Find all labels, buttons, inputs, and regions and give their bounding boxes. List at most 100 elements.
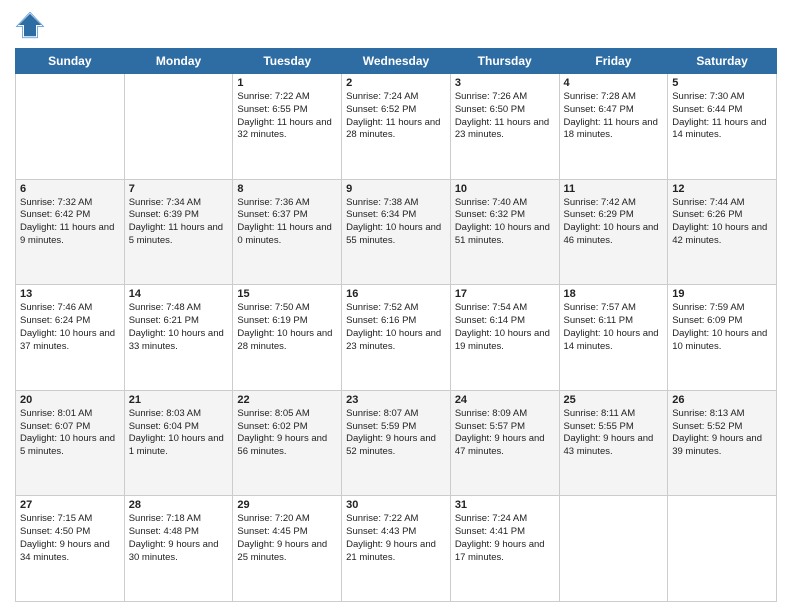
calendar-cell: 28 Sunrise: 7:18 AMSunset: 4:48 PMDayligh…	[124, 496, 233, 602]
calendar-cell	[16, 74, 125, 180]
calendar-week-row: 27 Sunrise: 7:15 AMSunset: 4:50 PMDayligh…	[16, 496, 777, 602]
day-number: 11	[564, 183, 664, 195]
cell-content: Sunrise: 7:28 AMSunset: 6:47 PMDaylight:…	[564, 91, 664, 142]
cell-content: Sunrise: 8:11 AMSunset: 5:55 PMDaylight:…	[564, 408, 664, 459]
day-number: 12	[672, 183, 772, 195]
calendar-cell: 3 Sunrise: 7:26 AMSunset: 6:50 PMDaylight…	[450, 74, 559, 180]
calendar-cell: 17 Sunrise: 7:54 AMSunset: 6:14 PMDayligh…	[450, 285, 559, 391]
day-number: 26	[672, 394, 772, 406]
calendar-cell: 31 Sunrise: 7:24 AMSunset: 4:41 PMDayligh…	[450, 496, 559, 602]
calendar-cell: 6 Sunrise: 7:32 AMSunset: 6:42 PMDaylight…	[16, 179, 125, 285]
calendar-cell: 26 Sunrise: 8:13 AMSunset: 5:52 PMDayligh…	[668, 390, 777, 496]
day-number: 25	[564, 394, 664, 406]
cell-content: Sunrise: 8:07 AMSunset: 5:59 PMDaylight:…	[346, 408, 446, 459]
weekday-header: Tuesday	[233, 49, 342, 74]
calendar-cell: 18Sunrise: 7:57 AMSunset: 6:11 PMDayligh…	[559, 285, 668, 391]
calendar-cell: 14 Sunrise: 7:48 AMSunset: 6:21 PMDayligh…	[124, 285, 233, 391]
calendar-cell	[124, 74, 233, 180]
day-number: 27	[20, 499, 120, 511]
day-number: 7	[129, 183, 229, 195]
cell-content: Sunrise: 8:01 AMSunset: 6:07 PMDaylight:…	[20, 408, 120, 459]
day-number: 18	[564, 288, 664, 300]
day-number: 30	[346, 499, 446, 511]
header	[15, 10, 777, 40]
day-number: 1	[237, 77, 337, 89]
weekday-header: Monday	[124, 49, 233, 74]
page: SundayMondayTuesdayWednesdayThursdayFrid…	[0, 0, 792, 612]
calendar-table: SundayMondayTuesdayWednesdayThursdayFrid…	[15, 48, 777, 602]
day-number: 14	[129, 288, 229, 300]
day-number: 28	[129, 499, 229, 511]
day-number: 19	[672, 288, 772, 300]
cell-content: Sunrise: 8:13 AMSunset: 5:52 PMDaylight:…	[672, 408, 772, 459]
day-number: 24	[455, 394, 555, 406]
cell-content: Sunrise: 7:20 AMSunset: 4:45 PMDaylight:…	[237, 513, 337, 564]
day-number: 23	[346, 394, 446, 406]
cell-content: Sunrise: 7:59 AMSunset: 6:09 PMDaylight:…	[672, 302, 772, 353]
cell-content: Sunrise: 7:24 AMSunset: 4:41 PMDaylight:…	[455, 513, 555, 564]
calendar-cell: 7 Sunrise: 7:34 AMSunset: 6:39 PMDaylight…	[124, 179, 233, 285]
logo	[15, 10, 47, 40]
calendar-header-row: SundayMondayTuesdayWednesdayThursdayFrid…	[16, 49, 777, 74]
calendar-cell	[559, 496, 668, 602]
cell-content: Sunrise: 8:03 AMSunset: 6:04 PMDaylight:…	[129, 408, 229, 459]
cell-content: Sunrise: 8:09 AMSunset: 5:57 PMDaylight:…	[455, 408, 555, 459]
cell-content: Sunrise: 7:42 AMSunset: 6:29 PMDaylight:…	[564, 197, 664, 248]
calendar-cell: 23 Sunrise: 8:07 AMSunset: 5:59 PMDayligh…	[342, 390, 451, 496]
calendar-week-row: 1 Sunrise: 7:22 AMSunset: 6:55 PMDaylight…	[16, 74, 777, 180]
calendar-cell: 8Sunrise: 7:36 AMSunset: 6:37 PMDaylight…	[233, 179, 342, 285]
cell-content: Sunrise: 7:22 AMSunset: 6:55 PMDaylight:…	[237, 91, 337, 142]
cell-content: Sunrise: 7:22 AMSunset: 4:43 PMDaylight:…	[346, 513, 446, 564]
cell-content: Sunrise: 7:32 AMSunset: 6:42 PMDaylight:…	[20, 197, 120, 248]
day-number: 10	[455, 183, 555, 195]
cell-content: Sunrise: 7:36 AMSunset: 6:37 PMDaylight:…	[237, 197, 337, 248]
cell-content: Sunrise: 8:05 AMSunset: 6:02 PMDaylight:…	[237, 408, 337, 459]
weekday-header: Saturday	[668, 49, 777, 74]
day-number: 13	[20, 288, 120, 300]
cell-content: Sunrise: 7:46 AMSunset: 6:24 PMDaylight:…	[20, 302, 120, 353]
cell-content: Sunrise: 7:34 AMSunset: 6:39 PMDaylight:…	[129, 197, 229, 248]
cell-content: Sunrise: 7:30 AMSunset: 6:44 PMDaylight:…	[672, 91, 772, 142]
weekday-header: Sunday	[16, 49, 125, 74]
calendar-cell: 11 Sunrise: 7:42 AMSunset: 6:29 PMDayligh…	[559, 179, 668, 285]
calendar-cell: 4Sunrise: 7:28 AMSunset: 6:47 PMDaylight…	[559, 74, 668, 180]
day-number: 6	[20, 183, 120, 195]
cell-content: Sunrise: 7:50 AMSunset: 6:19 PMDaylight:…	[237, 302, 337, 353]
cell-content: Sunrise: 7:44 AMSunset: 6:26 PMDaylight:…	[672, 197, 772, 248]
calendar-cell: 22Sunrise: 8:05 AMSunset: 6:02 PMDayligh…	[233, 390, 342, 496]
weekday-header: Thursday	[450, 49, 559, 74]
day-number: 16	[346, 288, 446, 300]
calendar-cell: 21 Sunrise: 8:03 AMSunset: 6:04 PMDayligh…	[124, 390, 233, 496]
calendar-cell: 29Sunrise: 7:20 AMSunset: 4:45 PMDayligh…	[233, 496, 342, 602]
calendar-cell: 1 Sunrise: 7:22 AMSunset: 6:55 PMDaylight…	[233, 74, 342, 180]
day-number: 17	[455, 288, 555, 300]
calendar-cell: 10 Sunrise: 7:40 AMSunset: 6:32 PMDayligh…	[450, 179, 559, 285]
cell-content: Sunrise: 7:26 AMSunset: 6:50 PMDaylight:…	[455, 91, 555, 142]
calendar-cell: 19 Sunrise: 7:59 AMSunset: 6:09 PMDayligh…	[668, 285, 777, 391]
day-number: 21	[129, 394, 229, 406]
logo-icon	[15, 10, 45, 40]
calendar-week-row: 6 Sunrise: 7:32 AMSunset: 6:42 PMDaylight…	[16, 179, 777, 285]
cell-content: Sunrise: 7:40 AMSunset: 6:32 PMDaylight:…	[455, 197, 555, 248]
day-number: 3	[455, 77, 555, 89]
calendar-cell: 15Sunrise: 7:50 AMSunset: 6:19 PMDayligh…	[233, 285, 342, 391]
calendar-cell: 24 Sunrise: 8:09 AMSunset: 5:57 PMDayligh…	[450, 390, 559, 496]
weekday-header: Wednesday	[342, 49, 451, 74]
weekday-header: Friday	[559, 49, 668, 74]
calendar-cell: 25 Sunrise: 8:11 AMSunset: 5:55 PMDayligh…	[559, 390, 668, 496]
cell-content: Sunrise: 7:18 AMSunset: 4:48 PMDaylight:…	[129, 513, 229, 564]
day-number: 31	[455, 499, 555, 511]
cell-content: Sunrise: 7:38 AMSunset: 6:34 PMDaylight:…	[346, 197, 446, 248]
cell-content: Sunrise: 7:48 AMSunset: 6:21 PMDaylight:…	[129, 302, 229, 353]
calendar-cell: 30 Sunrise: 7:22 AMSunset: 4:43 PMDayligh…	[342, 496, 451, 602]
calendar-cell	[668, 496, 777, 602]
day-number: 2	[346, 77, 446, 89]
cell-content: Sunrise: 7:24 AMSunset: 6:52 PMDaylight:…	[346, 91, 446, 142]
cell-content: Sunrise: 7:15 AMSunset: 4:50 PMDaylight:…	[20, 513, 120, 564]
calendar-cell: 5Sunrise: 7:30 AMSunset: 6:44 PMDaylight…	[668, 74, 777, 180]
calendar-cell: 12 Sunrise: 7:44 AMSunset: 6:26 PMDayligh…	[668, 179, 777, 285]
calendar-cell: 20Sunrise: 8:01 AMSunset: 6:07 PMDayligh…	[16, 390, 125, 496]
cell-content: Sunrise: 7:54 AMSunset: 6:14 PMDaylight:…	[455, 302, 555, 353]
calendar-cell: 2 Sunrise: 7:24 AMSunset: 6:52 PMDaylight…	[342, 74, 451, 180]
calendar-week-row: 13 Sunrise: 7:46 AMSunset: 6:24 PMDayligh…	[16, 285, 777, 391]
